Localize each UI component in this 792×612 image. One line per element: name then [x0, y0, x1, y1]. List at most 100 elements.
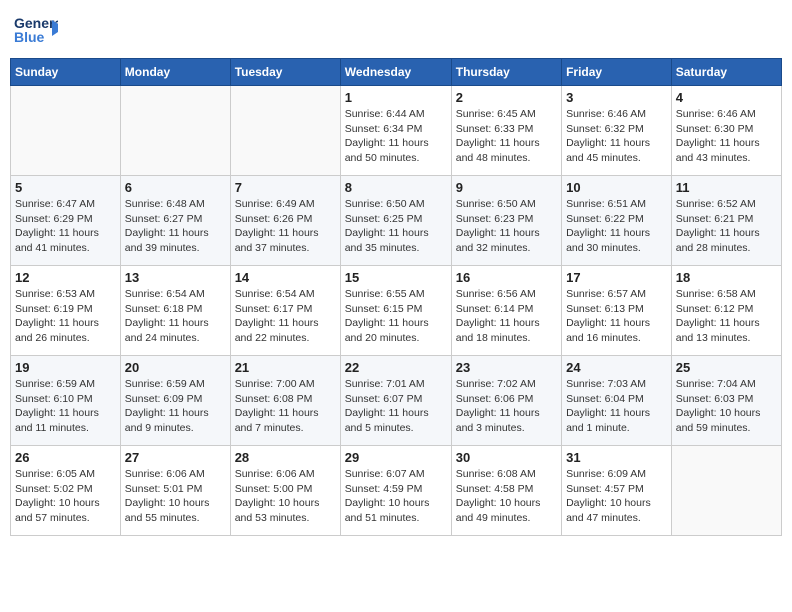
- day-info: Sunrise: 6:08 AM Sunset: 4:58 PM Dayligh…: [456, 467, 557, 526]
- day-number: 18: [676, 270, 777, 285]
- weekday-header-friday: Friday: [562, 59, 672, 86]
- day-info: Sunrise: 6:45 AM Sunset: 6:33 PM Dayligh…: [456, 107, 557, 166]
- day-number: 14: [235, 270, 336, 285]
- day-info: Sunrise: 6:06 AM Sunset: 5:01 PM Dayligh…: [125, 467, 226, 526]
- day-number: 22: [345, 360, 447, 375]
- logo: General Blue: [14, 10, 58, 50]
- day-info: Sunrise: 7:02 AM Sunset: 6:06 PM Dayligh…: [456, 377, 557, 436]
- day-number: 1: [345, 90, 447, 105]
- day-info: Sunrise: 6:52 AM Sunset: 6:21 PM Dayligh…: [676, 197, 777, 256]
- day-number: 9: [456, 180, 557, 195]
- calendar-week-4: 19 Sunrise: 6:59 AM Sunset: 6:10 PM Dayli…: [11, 356, 782, 446]
- day-number: 27: [125, 450, 226, 465]
- day-number: 12: [15, 270, 116, 285]
- svg-text:Blue: Blue: [14, 29, 45, 45]
- weekday-header-tuesday: Tuesday: [230, 59, 340, 86]
- day-number: 24: [566, 360, 667, 375]
- day-info: Sunrise: 6:54 AM Sunset: 6:18 PM Dayligh…: [125, 287, 226, 346]
- day-number: 25: [676, 360, 777, 375]
- weekday-header-saturday: Saturday: [671, 59, 781, 86]
- day-info: Sunrise: 6:46 AM Sunset: 6:30 PM Dayligh…: [676, 107, 777, 166]
- day-number: 26: [15, 450, 116, 465]
- day-number: 13: [125, 270, 226, 285]
- calendar-cell: 11 Sunrise: 6:52 AM Sunset: 6:21 PM Dayli…: [671, 176, 781, 266]
- day-number: 17: [566, 270, 667, 285]
- day-number: 15: [345, 270, 447, 285]
- day-info: Sunrise: 7:00 AM Sunset: 6:08 PM Dayligh…: [235, 377, 336, 436]
- day-number: 6: [125, 180, 226, 195]
- calendar-cell: 30 Sunrise: 6:08 AM Sunset: 4:58 PM Dayli…: [451, 446, 561, 536]
- calendar-table: SundayMondayTuesdayWednesdayThursdayFrid…: [10, 58, 782, 536]
- calendar-cell: 15 Sunrise: 6:55 AM Sunset: 6:15 PM Dayli…: [340, 266, 451, 356]
- day-info: Sunrise: 6:55 AM Sunset: 6:15 PM Dayligh…: [345, 287, 447, 346]
- day-number: 20: [125, 360, 226, 375]
- calendar-week-1: 1 Sunrise: 6:44 AM Sunset: 6:34 PM Daylig…: [11, 86, 782, 176]
- day-info: Sunrise: 6:57 AM Sunset: 6:13 PM Dayligh…: [566, 287, 667, 346]
- day-number: 11: [676, 180, 777, 195]
- calendar-cell: 17 Sunrise: 6:57 AM Sunset: 6:13 PM Dayli…: [562, 266, 672, 356]
- day-number: 19: [15, 360, 116, 375]
- day-info: Sunrise: 6:58 AM Sunset: 6:12 PM Dayligh…: [676, 287, 777, 346]
- day-info: Sunrise: 6:56 AM Sunset: 6:14 PM Dayligh…: [456, 287, 557, 346]
- calendar-cell: 5 Sunrise: 6:47 AM Sunset: 6:29 PM Daylig…: [11, 176, 121, 266]
- calendar-cell: 3 Sunrise: 6:46 AM Sunset: 6:32 PM Daylig…: [562, 86, 672, 176]
- calendar-cell: 23Sunrise: 7:02 AM Sunset: 6:06 PM Dayli…: [451, 356, 561, 446]
- calendar-cell: 27 Sunrise: 6:06 AM Sunset: 5:01 PM Dayli…: [120, 446, 230, 536]
- calendar-cell: 14Sunrise: 6:54 AM Sunset: 6:17 PM Dayli…: [230, 266, 340, 356]
- calendar-cell: 22 Sunrise: 7:01 AM Sunset: 6:07 PM Dayli…: [340, 356, 451, 446]
- calendar-cell: 26Sunrise: 6:05 AM Sunset: 5:02 PM Dayli…: [11, 446, 121, 536]
- day-info: Sunrise: 6:59 AM Sunset: 6:10 PM Dayligh…: [15, 377, 116, 436]
- day-info: Sunrise: 6:46 AM Sunset: 6:32 PM Dayligh…: [566, 107, 667, 166]
- calendar-cell: [11, 86, 121, 176]
- day-info: Sunrise: 7:03 AM Sunset: 6:04 PM Dayligh…: [566, 377, 667, 436]
- day-number: 29: [345, 450, 447, 465]
- calendar-cell: 2 Sunrise: 6:45 AM Sunset: 6:33 PM Daylig…: [451, 86, 561, 176]
- day-info: Sunrise: 6:07 AM Sunset: 4:59 PM Dayligh…: [345, 467, 447, 526]
- day-number: 28: [235, 450, 336, 465]
- logo-icon: General Blue: [14, 10, 58, 50]
- calendar-week-2: 5 Sunrise: 6:47 AM Sunset: 6:29 PM Daylig…: [11, 176, 782, 266]
- calendar-cell: 19 Sunrise: 6:59 AM Sunset: 6:10 PM Dayli…: [11, 356, 121, 446]
- calendar-cell: 12 Sunrise: 6:53 AM Sunset: 6:19 PM Dayli…: [11, 266, 121, 356]
- weekday-header-thursday: Thursday: [451, 59, 561, 86]
- calendar-cell: 31Sunrise: 6:09 AM Sunset: 4:57 PM Dayli…: [562, 446, 672, 536]
- calendar-week-5: 26Sunrise: 6:05 AM Sunset: 5:02 PM Dayli…: [11, 446, 782, 536]
- calendar-week-3: 12 Sunrise: 6:53 AM Sunset: 6:19 PM Dayli…: [11, 266, 782, 356]
- calendar-cell: 10Sunrise: 6:51 AM Sunset: 6:22 PM Dayli…: [562, 176, 672, 266]
- calendar-cell: 25Sunrise: 7:04 AM Sunset: 6:03 PM Dayli…: [671, 356, 781, 446]
- day-number: 30: [456, 450, 557, 465]
- calendar-cell: 16Sunrise: 6:56 AM Sunset: 6:14 PM Dayli…: [451, 266, 561, 356]
- day-info: Sunrise: 6:50 AM Sunset: 6:23 PM Dayligh…: [456, 197, 557, 256]
- calendar-cell: 28 Sunrise: 6:06 AM Sunset: 5:00 PM Dayli…: [230, 446, 340, 536]
- calendar-cell: 7 Sunrise: 6:49 AM Sunset: 6:26 PM Daylig…: [230, 176, 340, 266]
- day-number: 8: [345, 180, 447, 195]
- day-number: 7: [235, 180, 336, 195]
- calendar-cell: 29 Sunrise: 6:07 AM Sunset: 4:59 PM Dayli…: [340, 446, 451, 536]
- calendar-cell: [120, 86, 230, 176]
- day-info: Sunrise: 6:49 AM Sunset: 6:26 PM Dayligh…: [235, 197, 336, 256]
- day-number: 21: [235, 360, 336, 375]
- day-number: 2: [456, 90, 557, 105]
- day-info: Sunrise: 7:01 AM Sunset: 6:07 PM Dayligh…: [345, 377, 447, 436]
- calendar-cell: 9 Sunrise: 6:50 AM Sunset: 6:23 PM Daylig…: [451, 176, 561, 266]
- weekday-header-wednesday: Wednesday: [340, 59, 451, 86]
- calendar-cell: [230, 86, 340, 176]
- day-info: Sunrise: 6:06 AM Sunset: 5:00 PM Dayligh…: [235, 467, 336, 526]
- weekday-header-monday: Monday: [120, 59, 230, 86]
- day-info: Sunrise: 6:53 AM Sunset: 6:19 PM Dayligh…: [15, 287, 116, 346]
- calendar-cell: 21 Sunrise: 7:00 AM Sunset: 6:08 PM Dayli…: [230, 356, 340, 446]
- day-number: 3: [566, 90, 667, 105]
- calendar-cell: 13 Sunrise: 6:54 AM Sunset: 6:18 PM Dayli…: [120, 266, 230, 356]
- calendar-cell: 6 Sunrise: 6:48 AM Sunset: 6:27 PM Daylig…: [120, 176, 230, 266]
- day-info: Sunrise: 6:47 AM Sunset: 6:29 PM Dayligh…: [15, 197, 116, 256]
- day-number: 31: [566, 450, 667, 465]
- calendar-cell: [671, 446, 781, 536]
- day-info: Sunrise: 6:59 AM Sunset: 6:09 PM Dayligh…: [125, 377, 226, 436]
- page-header: General Blue: [10, 10, 782, 50]
- day-info: Sunrise: 6:44 AM Sunset: 6:34 PM Dayligh…: [345, 107, 447, 166]
- calendar-cell: 18 Sunrise: 6:58 AM Sunset: 6:12 PM Dayli…: [671, 266, 781, 356]
- day-info: Sunrise: 6:48 AM Sunset: 6:27 PM Dayligh…: [125, 197, 226, 256]
- day-number: 5: [15, 180, 116, 195]
- day-number: 10: [566, 180, 667, 195]
- calendar-cell: 1 Sunrise: 6:44 AM Sunset: 6:34 PM Daylig…: [340, 86, 451, 176]
